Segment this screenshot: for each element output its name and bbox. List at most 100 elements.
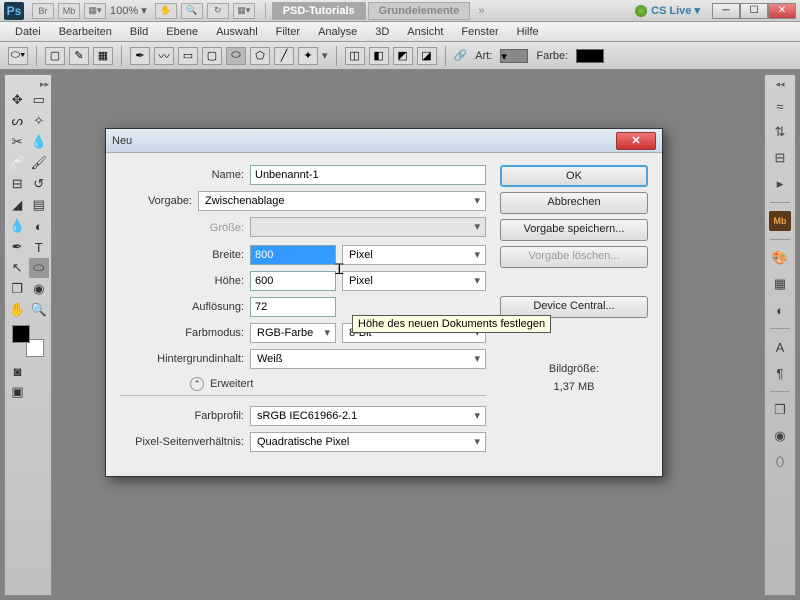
eraser-tool[interactable]: ◢ [7, 195, 28, 215]
menu-bild[interactable]: Bild [121, 24, 157, 40]
window-close-button[interactable]: ✕ [768, 3, 796, 19]
preset-select[interactable]: Zwischenablage [198, 191, 486, 211]
blur-tool[interactable]: 💧 [7, 216, 28, 236]
path-sel-tool[interactable]: ↖ [7, 258, 28, 278]
type-tool[interactable]: T [29, 237, 50, 257]
window-maximize-button[interactable]: ☐ [740, 3, 768, 19]
shape-options-icon[interactable]: ▾ [322, 49, 328, 62]
menu-auswahl[interactable]: Auswahl [207, 24, 267, 40]
hand-tool[interactable]: ✋ [7, 300, 28, 320]
panel-layers-icon[interactable]: ❒ [769, 400, 791, 420]
style-swatch[interactable]: ▾ [500, 49, 528, 63]
panel-styles-icon[interactable]: ▸ [769, 174, 791, 194]
save-preset-button[interactable]: Vorgabe speichern... [500, 219, 648, 241]
minibridge-button[interactable]: Mb [58, 3, 80, 19]
resolution-input[interactable] [250, 297, 336, 317]
menu-analyse[interactable]: Analyse [309, 24, 366, 40]
cslive-button[interactable]: CS Live ▾ [651, 4, 700, 17]
rotate-view-icon[interactable]: ↻ [207, 3, 229, 19]
pen-tool[interactable]: ✒ [7, 237, 28, 257]
combine-add-icon[interactable]: ◫ [345, 47, 365, 65]
menu-hilfe[interactable]: Hilfe [508, 24, 548, 40]
polygon-shape-icon[interactable]: ⬠ [250, 47, 270, 65]
menu-fenster[interactable]: Fenster [452, 24, 507, 40]
panel-bridge-icon[interactable]: Mb [769, 211, 791, 231]
menu-bearbeiten[interactable]: Bearbeiten [50, 24, 121, 40]
shape-tool[interactable]: ⬭ [29, 258, 50, 278]
workspace-tab-grund[interactable]: Grundelemente [368, 2, 471, 20]
advanced-toggle[interactable]: ⌃ Erweitert [190, 377, 486, 391]
pixelratio-select[interactable]: Quadratische Pixel [250, 432, 486, 452]
custom-shape-icon[interactable]: ✦ [298, 47, 318, 65]
history-brush-tool[interactable]: ↺ [29, 174, 50, 194]
stamp-tool[interactable]: ⊟ [7, 174, 28, 194]
eyedropper-tool[interactable]: 💧 [29, 132, 50, 152]
profile-select[interactable]: sRGB IEC61966-2.1 [250, 406, 486, 426]
shape-layer-icon[interactable]: ▢ [45, 47, 65, 65]
panel-adjustments-icon[interactable]: ≈ [769, 96, 791, 116]
3d-cam-tool[interactable]: ◉ [29, 279, 50, 299]
toolbox-collapse-icon[interactable]: ▸▸ [7, 79, 49, 90]
link-icon[interactable]: 🔗 [454, 49, 468, 62]
zoom-tool-icon[interactable]: 🔍 [181, 3, 203, 19]
dialog-titlebar[interactable]: Neu ✕ [106, 129, 662, 153]
menu-datei[interactable]: Datei [6, 24, 50, 40]
dodge-tool[interactable]: ◐ [29, 216, 50, 236]
rect-shape-icon[interactable]: ▭ [178, 47, 198, 65]
fill-pixels-icon[interactable]: ▦ [93, 47, 113, 65]
freeform-icon[interactable]: 〰 [154, 47, 174, 65]
screenmode-tool[interactable]: ▣ [7, 382, 28, 402]
wand-tool[interactable]: ✧ [29, 111, 50, 131]
panel-brushes-icon[interactable]: ⇅ [769, 122, 791, 142]
bg-select[interactable]: Weiß [250, 349, 486, 369]
menu-filter[interactable]: Filter [267, 24, 309, 40]
menu-ansicht[interactable]: Ansicht [398, 24, 452, 40]
menu-3d[interactable]: 3D [366, 24, 398, 40]
panel-character-icon[interactable]: A [769, 337, 791, 357]
height-input[interactable] [250, 271, 336, 291]
window-minimize-button[interactable]: ─ [712, 3, 740, 19]
panel-masks-icon[interactable]: ◐ [769, 300, 791, 320]
hand-tool-icon[interactable]: ✋ [155, 3, 177, 19]
3d-tool[interactable]: ❒ [7, 279, 28, 299]
gradient-tool[interactable]: ▤ [29, 195, 50, 215]
panel-paragraph-icon[interactable]: ¶ [769, 363, 791, 383]
quickmask-tool[interactable]: ◙ [7, 361, 28, 381]
dialog-close-button[interactable]: ✕ [616, 132, 656, 150]
panel-swatches-icon[interactable]: ▦ [769, 274, 791, 294]
width-unit-select[interactable]: Pixel [342, 245, 486, 265]
panel-color-icon[interactable]: 🎨 [769, 248, 791, 268]
height-unit-select[interactable]: Pixel [342, 271, 486, 291]
combine-sub-icon[interactable]: ◧ [369, 47, 389, 65]
ok-button[interactable]: OK [500, 165, 648, 187]
combine-excl-icon[interactable]: ◪ [417, 47, 437, 65]
path-icon[interactable]: ✎ [69, 47, 89, 65]
line-shape-icon[interactable]: ╱ [274, 47, 294, 65]
menu-ebene[interactable]: Ebene [157, 24, 207, 40]
bridge-button[interactable]: Br [32, 3, 54, 19]
move-tool[interactable]: ✥ [7, 90, 28, 110]
arrange-button[interactable]: ▦▾ [84, 3, 106, 19]
width-input[interactable] [250, 245, 336, 265]
zoom-tool[interactable]: 🔍 [29, 300, 50, 320]
mode-select[interactable]: RGB-Farbe [250, 323, 336, 343]
panel-paths-icon[interactable]: ⬯ [769, 452, 791, 472]
tool-preset-icon[interactable]: ⬭▾ [8, 47, 28, 65]
lasso-tool[interactable]: ᔕ [7, 111, 28, 131]
more-workspaces-icon[interactable]: » [478, 5, 484, 17]
extras-button[interactable]: ▦▾ [233, 3, 255, 19]
roundrect-shape-icon[interactable]: ▢ [202, 47, 222, 65]
name-input[interactable] [250, 165, 486, 185]
heal-tool[interactable]: 🩹 [7, 153, 28, 173]
crop-tool[interactable]: ✂ [7, 132, 28, 152]
zoom-level[interactable]: 100% ▾ [110, 4, 147, 17]
marquee-tool[interactable]: ▭ [29, 90, 50, 110]
brush-tool[interactable]: 🖌 [29, 153, 50, 173]
panel-channels-icon[interactable]: ◉ [769, 426, 791, 446]
pen-icon[interactable]: ✒ [130, 47, 150, 65]
color-swatch[interactable] [576, 49, 604, 63]
combine-int-icon[interactable]: ◩ [393, 47, 413, 65]
dock-collapse-icon[interactable]: ◂◂ [775, 79, 784, 90]
workspace-tab-psd[interactable]: PSD-Tutorials [272, 2, 366, 20]
cancel-button[interactable]: Abbrechen [500, 192, 648, 214]
